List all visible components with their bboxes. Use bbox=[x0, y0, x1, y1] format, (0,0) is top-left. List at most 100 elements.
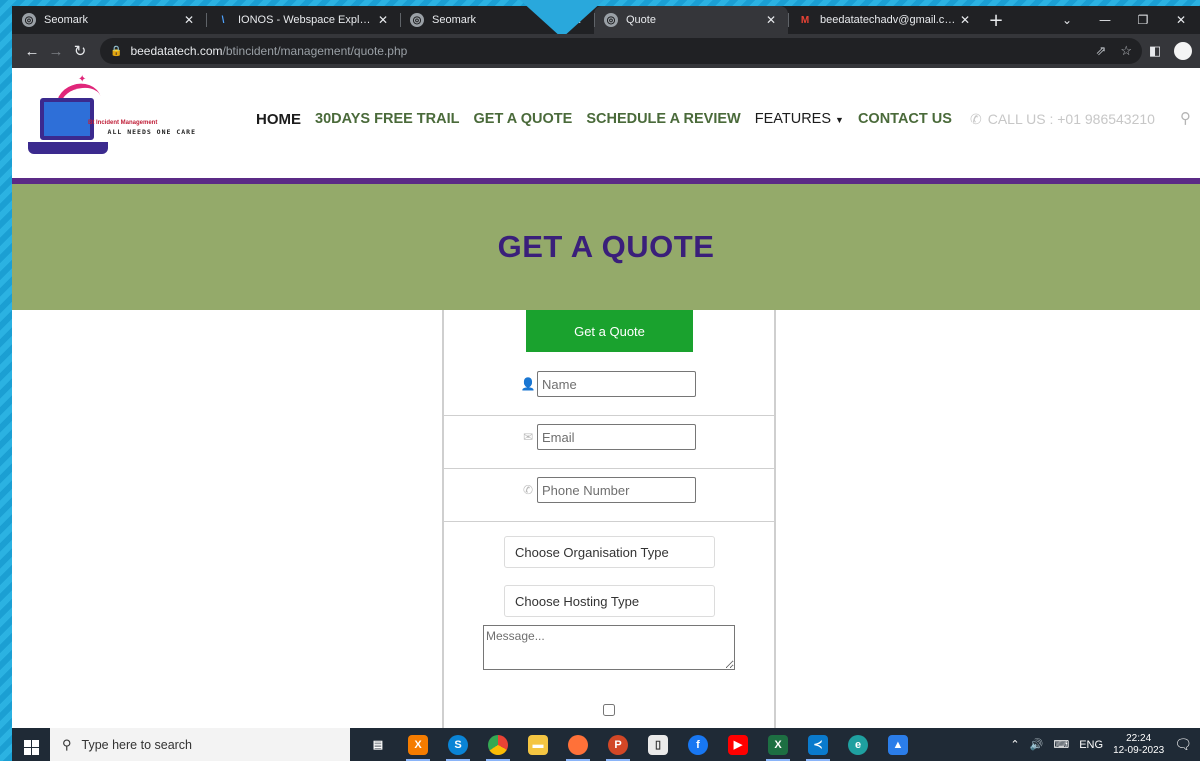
profile-avatar[interactable] bbox=[1174, 42, 1192, 60]
notepad-icon[interactable]: ▯ bbox=[638, 728, 678, 761]
decorative-pointer-triangle bbox=[520, 0, 604, 38]
main-navigation: HOME 30DAYS FREE TRAIL GET A QUOTE SCHED… bbox=[256, 108, 966, 130]
phone-icon: ✆ bbox=[970, 111, 982, 127]
new-tab-button[interactable]: + bbox=[982, 6, 1010, 34]
caret-down-icon: ▼ bbox=[835, 115, 844, 125]
excel-icon[interactable]: X bbox=[758, 728, 798, 761]
firefox-icon[interactable] bbox=[558, 728, 598, 761]
page-title: GET A QUOTE bbox=[497, 229, 715, 264]
task-view-icon[interactable]: ▤ bbox=[358, 728, 398, 761]
restore-icon[interactable]: ❐ bbox=[1124, 13, 1162, 27]
site-logo[interactable]: ✦ Bt Incident Management ALL NEEDS ONE C… bbox=[18, 70, 200, 168]
powerpoint-icon[interactable]: P bbox=[598, 728, 638, 761]
file-explorer-icon[interactable]: ▬ bbox=[518, 728, 558, 761]
chrome-icon[interactable] bbox=[478, 728, 518, 761]
user-icon: 👤 bbox=[520, 377, 536, 391]
gmail-icon: M bbox=[800, 14, 810, 26]
quote-form: Get a Quote 👤 ✉ ✆ Choose Organisation Ty… bbox=[442, 310, 776, 728]
browser-tab[interactable]: M beedatatechadv@gmail.com (o ✕ bbox=[788, 6, 982, 34]
minimize-icon[interactable]: — bbox=[1086, 13, 1124, 27]
message-textarea[interactable] bbox=[483, 625, 735, 670]
tab-title: beedatatechadv@gmail.com (o bbox=[820, 14, 958, 26]
close-window-icon[interactable]: ✕ bbox=[1162, 13, 1200, 27]
taskbar-search[interactable]: ⚲ Type here to search bbox=[50, 728, 350, 761]
globe-icon: ◎ bbox=[410, 13, 424, 27]
nav-features[interactable]: FEATURES ▼ bbox=[755, 111, 844, 127]
back-icon[interactable]: ← bbox=[20, 43, 44, 60]
search-icon[interactable]: ⚲ bbox=[1180, 109, 1191, 127]
globe-icon: ◎ bbox=[22, 13, 36, 27]
get-quote-button[interactable]: Get a Quote bbox=[526, 310, 693, 352]
close-icon[interactable]: ✕ bbox=[182, 13, 196, 27]
side-panel-icon[interactable]: ◧ bbox=[1142, 43, 1168, 59]
web-page: ✦ Bt Incident Management ALL NEEDS ONE C… bbox=[12, 68, 1200, 728]
xampp-icon[interactable]: X bbox=[398, 728, 438, 761]
logo-tagline: ALL NEEDS ONE CARE bbox=[107, 128, 196, 136]
lock-icon[interactable]: 🔒 bbox=[110, 46, 122, 57]
facebook-icon[interactable]: f bbox=[678, 728, 718, 761]
bookmark-star-icon[interactable]: ☆ bbox=[1120, 43, 1132, 59]
envelope-icon: ✉ bbox=[522, 430, 534, 444]
url-input[interactable]: 🔒 beedatatech.com /btincident/management… bbox=[100, 38, 1142, 64]
tab-search-icon[interactable]: ⌄ bbox=[1048, 13, 1086, 27]
notification-icon[interactable]: 🗨 bbox=[1174, 736, 1192, 753]
nav-features-label: FEATURES bbox=[754, 111, 832, 127]
ionos-icon: \ bbox=[221, 14, 225, 26]
nav-schedule-review[interactable]: SCHEDULE A REVIEW bbox=[586, 111, 740, 127]
window-controls: ⌄ — ❐ ✕ bbox=[1048, 6, 1200, 34]
nav-free-trial[interactable]: 30DAYS FREE TRAIL bbox=[315, 111, 460, 127]
url-path: /btincident/management/quote.php bbox=[222, 44, 408, 58]
privacy-checkbox[interactable] bbox=[603, 704, 615, 716]
browser-tab-active[interactable]: ◎ Quote ✕ bbox=[594, 6, 788, 34]
windows-taskbar: ⚲ Type here to search ▤ X S ▬ P ▯ f ▶ X … bbox=[12, 728, 1200, 761]
tray-overflow-icon[interactable]: ⌃ bbox=[1010, 738, 1019, 751]
system-tray: ⌃ 🔊 ⌨ ENG 22:24 12-09-2023 🗨 bbox=[1010, 733, 1200, 757]
name-row: 👤 bbox=[444, 363, 774, 416]
youtube-icon[interactable]: ▶ bbox=[718, 728, 758, 761]
language-indicator[interactable]: ENG bbox=[1079, 739, 1103, 751]
keyboard-icon[interactable]: ⌨ bbox=[1053, 738, 1069, 751]
edge-icon[interactable]: e bbox=[838, 728, 878, 761]
close-icon[interactable]: ✕ bbox=[958, 13, 972, 27]
globe-icon: ◎ bbox=[604, 13, 618, 27]
hosting-type-select[interactable]: Choose Hosting Type bbox=[504, 585, 715, 617]
email-row: ✉ bbox=[444, 416, 774, 469]
organisation-type-select[interactable]: Choose Organisation Type bbox=[504, 536, 715, 568]
vscode-icon[interactable]: ≺ bbox=[798, 728, 838, 761]
tab-title: Seomark bbox=[44, 14, 89, 26]
call-us[interactable]: ✆ CALL US : +01 986543210 bbox=[970, 111, 1155, 128]
decorative-frame-left bbox=[0, 0, 12, 761]
logo-brand-name: Bt Incident Management bbox=[88, 120, 158, 126]
nav-contact[interactable]: CONTACT US bbox=[858, 111, 952, 127]
clock-date: 12-09-2023 bbox=[1113, 744, 1165, 756]
browser-tab-strip: ◎ Seomark ✕ \ IONOS - Webspace Explorer … bbox=[12, 6, 1200, 34]
share-icon[interactable]: ⇗ bbox=[1095, 43, 1106, 59]
taskbar-pinned-apps: ▤ X S ▬ P ▯ f ▶ X ≺ e ▲ bbox=[358, 728, 918, 761]
browser-tab[interactable]: \ IONOS - Webspace Explorer ✕ bbox=[206, 6, 400, 34]
tab-title: Quote bbox=[626, 14, 656, 26]
name-input[interactable] bbox=[537, 371, 696, 397]
clock[interactable]: 22:24 12-09-2023 bbox=[1113, 733, 1164, 757]
clock-time: 22:24 bbox=[1126, 732, 1152, 744]
skype-icon[interactable]: S bbox=[438, 728, 478, 761]
forward-icon[interactable]: → bbox=[44, 43, 68, 60]
url-host: beedatatech.com bbox=[130, 44, 223, 58]
close-icon[interactable]: ✕ bbox=[764, 13, 778, 27]
reload-icon[interactable]: ↻ bbox=[68, 42, 92, 60]
phone-input[interactable] bbox=[537, 477, 696, 503]
browser-tab[interactable]: ◎ Seomark ✕ bbox=[12, 6, 206, 34]
phone-volume-icon: ✆ bbox=[522, 483, 534, 497]
photos-icon[interactable]: ▲ bbox=[878, 728, 918, 761]
hero-banner: GET A QUOTE bbox=[12, 184, 1200, 310]
nav-get-quote[interactable]: GET A QUOTE bbox=[474, 111, 573, 127]
windows-logo-icon bbox=[23, 740, 39, 755]
close-icon[interactable]: ✕ bbox=[376, 13, 390, 27]
taskbar-search-placeholder: Type here to search bbox=[81, 737, 193, 752]
call-us-text: CALL US : +01 986543210 bbox=[987, 111, 1155, 127]
site-header: ✦ Bt Incident Management ALL NEEDS ONE C… bbox=[12, 68, 1200, 178]
email-input[interactable] bbox=[537, 424, 696, 450]
volume-icon[interactable]: 🔊 bbox=[1030, 738, 1044, 751]
start-button[interactable] bbox=[12, 734, 50, 755]
nav-home[interactable]: HOME bbox=[256, 111, 301, 128]
address-bar: ← → ↻ 🔒 beedatatech.com /btincident/mana… bbox=[12, 34, 1200, 68]
